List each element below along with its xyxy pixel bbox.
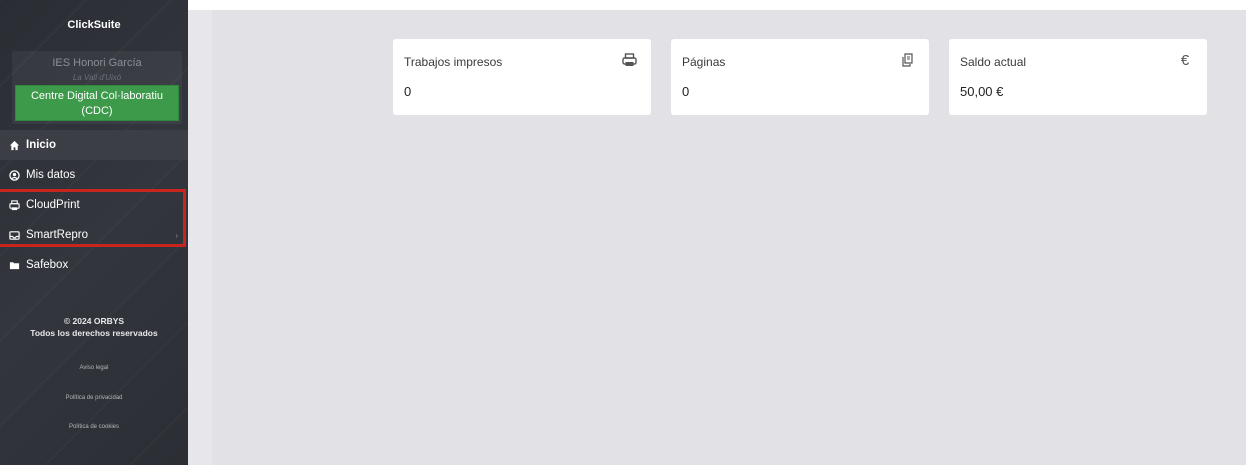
- sidebar-item-safebox[interactable]: Safebox: [0, 250, 188, 280]
- card-title: Saldo actual: [960, 55, 1027, 69]
- sidebar-item-label: Safebox: [26, 259, 69, 271]
- sidebar-item-cloudprint[interactable]: CloudPrint: [0, 190, 188, 220]
- privacy-policy-link[interactable]: Política de privacidad: [0, 395, 188, 401]
- organization-name: IES Honori García: [52, 57, 142, 69]
- sidebar-menu: Inicio Mis datos CloudPrint SmartRepro ›: [0, 130, 188, 280]
- sidebar-item-smartrepro[interactable]: SmartRepro ›: [0, 220, 188, 250]
- top-bar: [188, 0, 1246, 10]
- legal-notice-link[interactable]: Aviso legal: [0, 365, 188, 371]
- sidebar-item-inicio[interactable]: Inicio: [0, 130, 188, 160]
- card-title: Trabajos impresos: [404, 55, 503, 69]
- euro-icon: €: [1180, 51, 1190, 69]
- orbys-logo: ORBYS: [44, 0, 144, 8]
- card-value: 0: [682, 84, 690, 99]
- user-circle-icon: [8, 169, 20, 181]
- chevron-right-icon: ›: [175, 230, 178, 240]
- sidebar-item-label: Inicio: [26, 139, 57, 151]
- center-select-button[interactable]: Centre Digital Col·laboratiu (CDC): [15, 85, 179, 121]
- printer-icon: [8, 199, 20, 211]
- inbox-icon: [8, 229, 20, 241]
- card-balance: Saldo actual € 50,00 €: [949, 39, 1207, 115]
- sidebar-item-label: Mis datos: [26, 169, 76, 181]
- cookies-policy-link[interactable]: Política de cookies: [0, 424, 188, 430]
- card-value: 50,00 €: [960, 84, 1004, 99]
- sidebar-item-mis-datos[interactable]: Mis datos: [0, 160, 188, 190]
- card-printed-jobs: Trabajos impresos 0: [393, 39, 651, 115]
- organization-city: La Vall d'Uixó: [72, 73, 122, 82]
- sidebar-item-label: CloudPrint: [26, 199, 80, 211]
- home-icon: [8, 139, 20, 151]
- copyright: © 2024 ORBYS Todos los derechos reservad…: [30, 316, 158, 338]
- printer-icon: [621, 52, 637, 68]
- folder-icon: [8, 259, 20, 271]
- organization-panel: IES Honori García La Vall d'Uixó Centre …: [12, 51, 182, 124]
- card-pages: Páginas 0: [671, 39, 929, 115]
- card-title: Páginas: [682, 55, 726, 69]
- card-value: 0: [404, 84, 412, 99]
- copy-pages-icon: [899, 52, 915, 68]
- content-gutter: [188, 10, 212, 465]
- brand-name: ClickSuite: [67, 19, 121, 31]
- sidebar-item-label: SmartRepro: [26, 229, 88, 241]
- sidebar: ORBYS ClickSuite IES Honori García La Va…: [0, 0, 188, 465]
